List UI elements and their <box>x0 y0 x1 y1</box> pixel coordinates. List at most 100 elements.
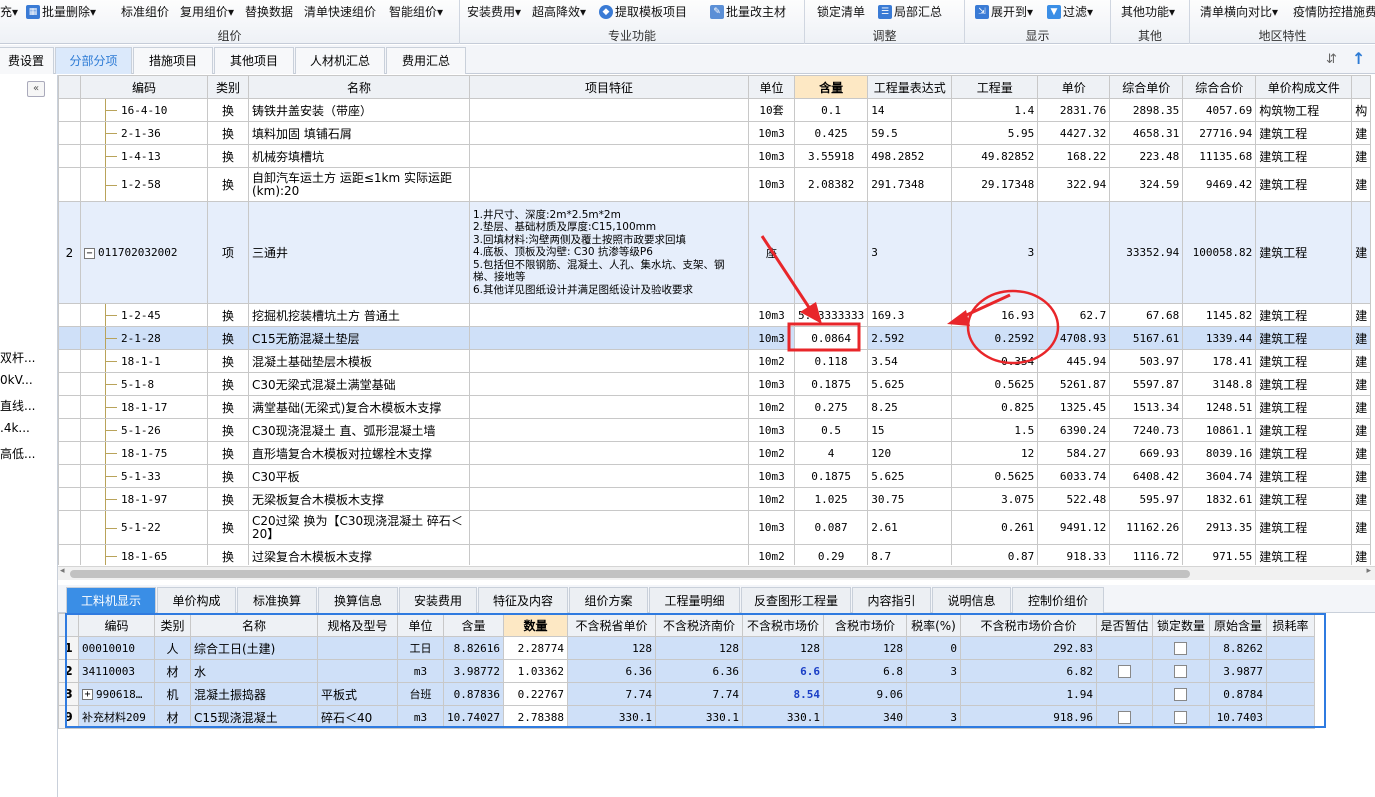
lock-list-button[interactable]: 锁定清单 <box>817 3 865 20</box>
tab-other-items[interactable]: 其他项目 <box>214 47 294 74</box>
col-header-price-file[interactable]: 单价构成文件 <box>1255 75 1353 99</box>
name-cell[interactable]: 三通井 <box>248 201 470 304</box>
spec-cell[interactable] <box>317 659 398 683</box>
feature-cell[interactable] <box>469 98 749 122</box>
bill-item-row[interactable]: 5-1-26 换 C30现浇混凝土 直、弧形混凝土墙 10m3 0.5 15 1.5 6390… <box>58 418 1372 442</box>
name-cell[interactable]: C20过梁 换为【C30现浇混凝土 碎石＜20】 <box>248 510 470 545</box>
expression-cell[interactable]: 15 <box>867 418 953 442</box>
unit-price-cell[interactable]: 522.48 <box>1037 487 1111 511</box>
content-cell[interactable]: 0.0864 <box>793 326 869 350</box>
composite-total-cell[interactable]: 3604.74 <box>1182 464 1257 488</box>
provisional-cell[interactable] <box>1095 682 1153 706</box>
type-cell[interactable]: 换 <box>207 167 249 202</box>
expression-cell[interactable]: 59.5 <box>867 121 953 145</box>
col-header-tax-rate[interactable]: 税率(%) <box>905 613 961 637</box>
composite-total-cell[interactable]: 3148.8 <box>1182 372 1257 396</box>
name-cell[interactable]: 水 <box>190 659 318 683</box>
price-file-cell[interactable]: 建筑工程 <box>1255 418 1353 442</box>
spec-cell[interactable]: 碎石＜40 <box>317 705 398 729</box>
unit-price-cell[interactable]: 918.33 <box>1037 544 1111 565</box>
original-content-cell[interactable]: 10.7403 <box>1208 705 1267 729</box>
quantity-cell[interactable]: 29.17348 <box>951 167 1039 202</box>
rownum-cell[interactable] <box>58 441 81 465</box>
tax-market-price-cell[interactable]: 340 <box>822 705 907 729</box>
expression-cell[interactable]: 8.7 <box>867 544 953 565</box>
rownum-cell[interactable] <box>58 544 81 565</box>
col-header-extra[interactable] <box>1351 75 1372 99</box>
lock-qty-cell[interactable] <box>1151 682 1210 706</box>
unit-price-cell[interactable]: 5261.87 <box>1037 372 1111 396</box>
quantity-cell[interactable]: 5.95 <box>951 121 1039 145</box>
col-header-code[interactable]: 编码 <box>80 75 208 99</box>
quantity-cell[interactable]: 0.354 <box>951 349 1039 373</box>
content-cell[interactable]: 4 <box>793 441 869 465</box>
expression-cell[interactable]: 2.592 <box>867 326 953 350</box>
quantity-cell[interactable]: 12 <box>951 441 1039 465</box>
feature-cell[interactable] <box>469 441 749 465</box>
expression-cell[interactable]: 498.2852 <box>867 144 953 168</box>
content-cell[interactable]: 0.087 <box>793 510 869 545</box>
feature-cell[interactable]: 1.井尺寸、深度:2m*2.5m*2m 2.垫层、基础材质及厚度:C15,100… <box>469 201 749 304</box>
col-header-original-content[interactable]: 原始含量 <box>1208 613 1267 637</box>
quantity-cell[interactable]: 1.5 <box>951 418 1039 442</box>
standard-pricing-button[interactable]: 标准组价 <box>121 3 169 20</box>
bill-item-row[interactable]: 5-1-8 换 C30无梁式混凝土满堂基础 10m3 0.1875 5.625 0.5625… <box>58 372 1372 396</box>
ribbon-button-more[interactable]: 充▾ <box>0 3 18 20</box>
price-file-cell[interactable]: 建筑工程 <box>1255 201 1353 304</box>
price-file-cell[interactable]: 建筑工程 <box>1255 464 1353 488</box>
name-cell[interactable]: 填料加固 填铺石屑 <box>248 121 470 145</box>
quantity-cell[interactable]: 0.5625 <box>951 372 1039 396</box>
bill-item-row[interactable]: 18-1-75 换 直形墙复合木模板对拉螺栓木支撑 10m2 4 120 12 584.27 6… <box>58 441 1372 465</box>
tab-price-composition[interactable]: 单价构成 <box>157 587 236 613</box>
extra-cell[interactable]: 建 <box>1351 395 1372 419</box>
rownum-cell[interactable] <box>58 144 81 168</box>
tab-graphic-quantity[interactable]: 反查图形工程量 <box>741 587 851 613</box>
extra-cell[interactable]: 建 <box>1351 201 1372 304</box>
composite-total-cell[interactable]: 9469.42 <box>1182 167 1257 202</box>
col-header-lock-qty[interactable]: 锁定数量 <box>1151 613 1210 637</box>
expression-cell[interactable]: 14 <box>867 98 953 122</box>
expression-cell[interactable]: 3 <box>867 201 953 304</box>
rownum-cell[interactable]: 3 <box>58 682 79 706</box>
tab-labor-material-machine[interactable]: 工料机显示 <box>66 587 156 613</box>
feature-cell[interactable] <box>469 326 749 350</box>
rownum-cell[interactable]: 2 <box>58 201 81 304</box>
loss-rate-cell[interactable] <box>1265 705 1315 729</box>
rownum-cell[interactable] <box>58 510 81 545</box>
tax-rate-cell[interactable] <box>905 682 961 706</box>
unit-cell[interactable]: 10m2 <box>748 544 795 565</box>
quantity-cell[interactable]: 49.82852 <box>951 144 1039 168</box>
resource-row[interactable]: 9 补充材料209 材 C15现浇混凝土 碎石＜40 m3 10.74027 2.78388 3… <box>58 705 1315 729</box>
rownum-cell[interactable]: 9 <box>58 705 79 729</box>
feature-cell[interactable] <box>469 303 749 327</box>
tab-standard-conversion[interactable]: 标准换算 <box>237 587 317 613</box>
code-cell[interactable]: 2-1-36 <box>80 121 208 145</box>
tab-features-content[interactable]: 特征及内容 <box>478 587 568 613</box>
content-cell[interactable]: 0.118 <box>793 349 869 373</box>
composite-price-cell[interactable]: 4658.31 <box>1109 121 1184 145</box>
bill-item-row[interactable]: 16-4-10 换 铸铁井盖安装（带座） 10套 0.1 14 1.4 2831.76 2898… <box>58 98 1372 122</box>
extra-cell[interactable]: 建 <box>1351 326 1372 350</box>
type-cell[interactable]: 换 <box>207 121 249 145</box>
price-file-cell[interactable]: 建筑工程 <box>1255 121 1353 145</box>
tree-item[interactable]: 双杆... <box>0 349 35 366</box>
rownum-cell[interactable] <box>58 326 81 350</box>
code-cell[interactable]: 18-1-17 <box>80 395 208 419</box>
type-cell[interactable]: 项 <box>207 201 249 304</box>
composite-price-cell[interactable]: 669.93 <box>1109 441 1184 465</box>
expression-cell[interactable]: 8.25 <box>867 395 953 419</box>
unit-cell[interactable]: 10m3 <box>748 167 795 202</box>
provisional-checkbox[interactable] <box>1117 711 1131 724</box>
col-header-composite-total[interactable]: 综合合价 <box>1182 75 1257 99</box>
rownum-cell[interactable] <box>58 487 81 511</box>
name-cell[interactable]: C30现浇混凝土 直、弧形混凝土墙 <box>248 418 470 442</box>
quantity-cell[interactable]: 0.22767 <box>502 682 568 706</box>
lock-qty-cell[interactable] <box>1151 636 1210 660</box>
scroll-left-icon[interactable]: ◂ <box>60 566 65 576</box>
price-file-cell[interactable]: 建筑工程 <box>1255 510 1353 545</box>
content-cell[interactable]: 0.275 <box>793 395 869 419</box>
name-cell[interactable]: 混凝土基础垫层木模板 <box>248 349 470 373</box>
unit-cell[interactable]: 座 <box>748 201 795 304</box>
tax-market-price-cell[interactable]: 6.8 <box>822 659 907 683</box>
partial-summary-button[interactable]: ☰ 局部汇总 <box>878 3 942 20</box>
